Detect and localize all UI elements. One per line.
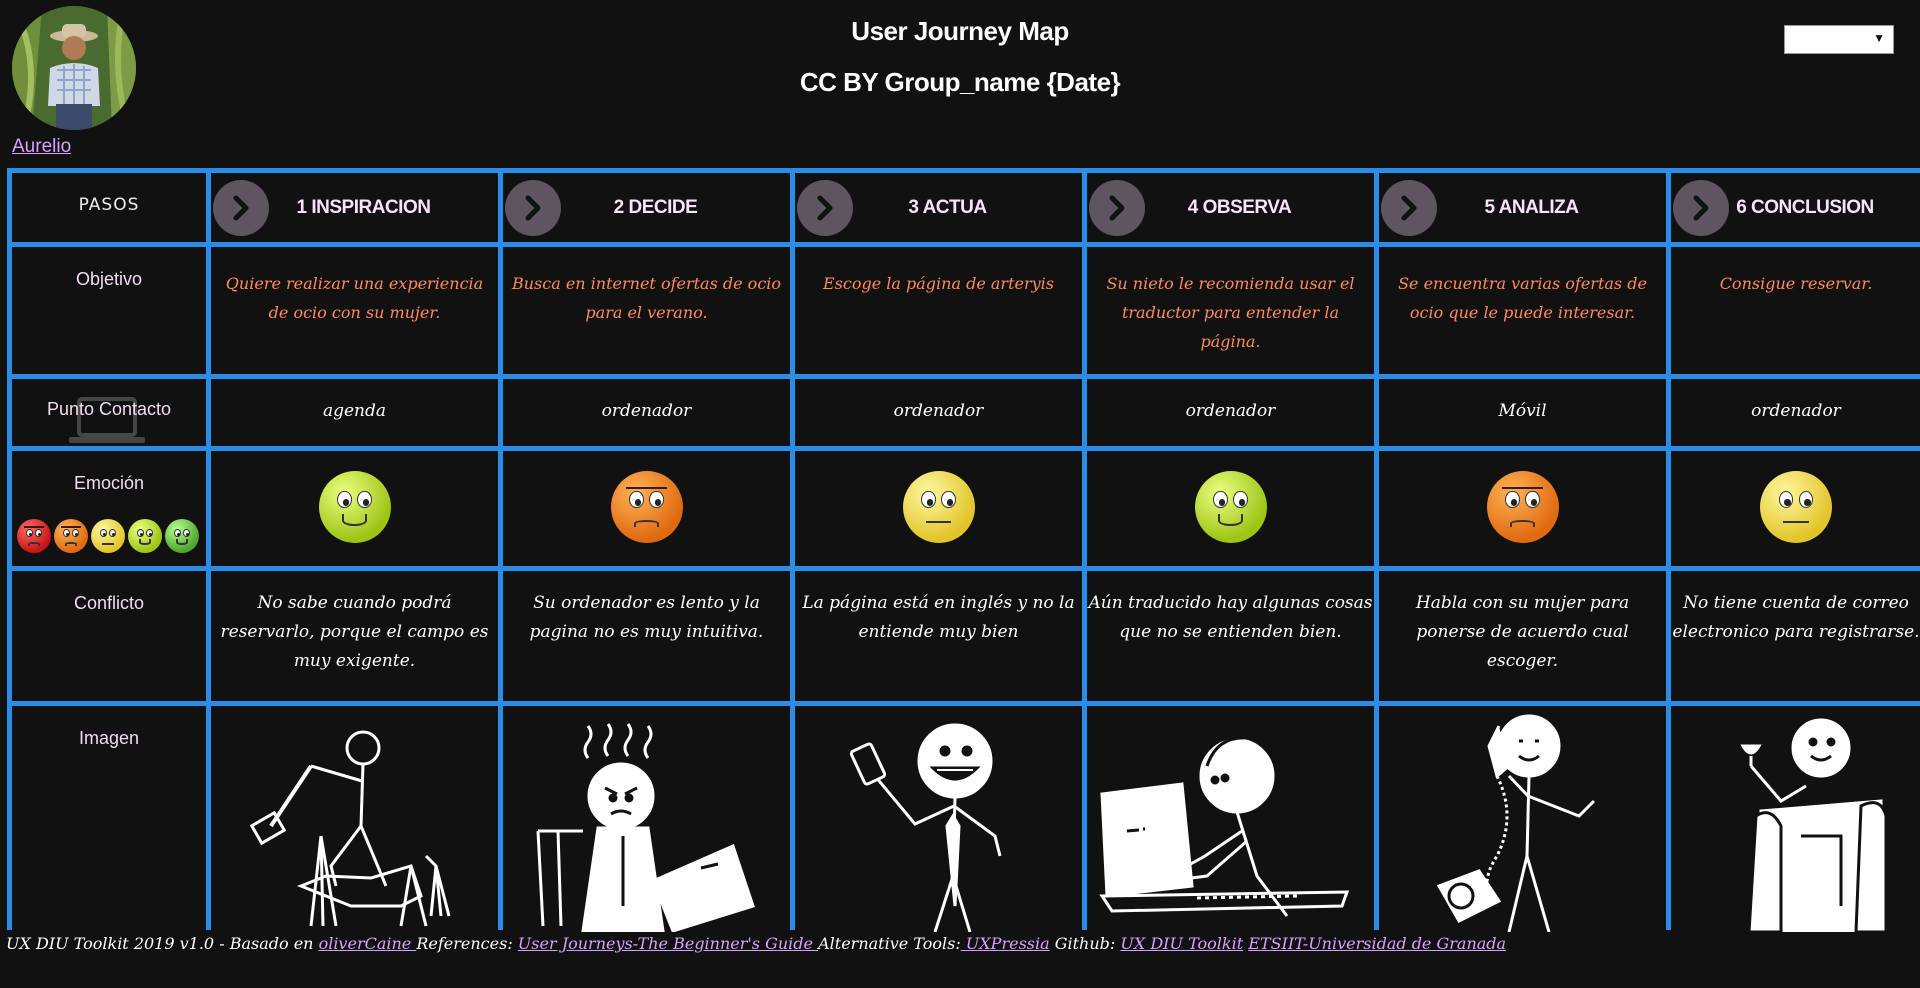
footer-link-uxpressia[interactable]: UXPressia xyxy=(961,934,1050,953)
chevron-right-icon[interactable] xyxy=(1089,179,1145,236)
conflict-cell: Aún traducido hay algunas cosas que no s… xyxy=(1087,571,1374,701)
chevron-right-icon[interactable] xyxy=(213,179,269,236)
row-label-conflicto: Conflicto xyxy=(12,571,206,701)
conflict-cell: Habla con su mujer para ponerse de acuer… xyxy=(1379,571,1666,701)
emotion-cell xyxy=(1671,451,1920,566)
conflict-cell: No tiene cuenta de correo electronico pa… xyxy=(1671,571,1920,701)
row-label-contacto: Punto Contacto xyxy=(12,379,206,446)
objective-cell: Busca en internet ofertas de ocio para e… xyxy=(503,247,790,374)
contact-cell: ordenador xyxy=(503,379,790,446)
neutral-face-icon xyxy=(1760,471,1832,543)
objective-cell: Consigue reservar. xyxy=(1671,247,1920,374)
step-label: 4 OBSERVA xyxy=(1187,196,1292,218)
angry-face-icon xyxy=(54,519,88,553)
step-label: 3 ACTUA xyxy=(908,196,987,218)
emotion-cell xyxy=(1379,451,1666,566)
very-happy-face-icon xyxy=(165,519,199,553)
contact-cell: agenda xyxy=(211,379,498,446)
stickman-telephone-illustration xyxy=(1436,714,1596,932)
step-label: 6 CONCLUSION xyxy=(1736,196,1874,218)
row-label-emocion-text: Emoción xyxy=(73,473,145,493)
conflict-cell: Su ordenador es lento y la pagina no es … xyxy=(503,571,790,701)
image-cell xyxy=(795,706,1082,932)
objective-cell: Quiere realizar una experiencia de ocio … xyxy=(211,247,498,374)
chevron-right-icon[interactable] xyxy=(1381,179,1437,236)
chevron-right-icon[interactable] xyxy=(1673,179,1729,236)
contact-cell: ordenador xyxy=(1087,379,1374,446)
emotion-face-wrap xyxy=(1087,451,1374,543)
contact-cell: ordenador xyxy=(1671,379,1920,446)
angry-face-icon xyxy=(610,471,683,543)
persona-select[interactable]: ▼ xyxy=(1784,25,1894,54)
image-cell xyxy=(1671,706,1920,932)
neutral-face-icon xyxy=(902,471,975,543)
stickman-armchair-wine-illustration xyxy=(1740,718,1888,932)
stickman-painting-illustration xyxy=(249,730,451,927)
step-header: 1 INSPIRACION xyxy=(211,173,498,242)
row-label-objetivo: Objetivo xyxy=(12,247,206,374)
objective-cell: Su nieto le recomienda usar el traductor… xyxy=(1087,247,1374,374)
emotion-cell xyxy=(211,451,498,566)
happy-face-icon xyxy=(1194,471,1267,543)
conflict-cell: No sabe cuando podrá reservarlo, porque … xyxy=(211,571,498,701)
emotion-face-wrap xyxy=(1379,451,1666,543)
emotion-cell xyxy=(795,451,1082,566)
emotion-face-wrap xyxy=(1671,451,1920,543)
row-label-contacto-text: Punto Contacto xyxy=(46,399,172,419)
emotion-face-wrap xyxy=(795,451,1082,543)
footer-credit: UX DIU Toolkit 2019 v1.0 - Basado en xyxy=(6,934,319,953)
chevron-right-icon[interactable] xyxy=(797,179,853,236)
page-title: User Journey Map xyxy=(851,16,1069,46)
step-header: 2 DECIDE xyxy=(503,173,790,242)
emotion-scale xyxy=(17,519,199,553)
footer-references-label: References: xyxy=(416,934,518,953)
emotion-cell xyxy=(1087,451,1374,566)
row-label-pasos: PASOS xyxy=(12,173,206,242)
emotion-face-wrap xyxy=(211,451,498,543)
chevron-right-icon[interactable] xyxy=(505,179,561,236)
stickman-angry-laptop-illustration xyxy=(536,723,755,932)
row-label-emocion: Emoción xyxy=(12,451,206,566)
neutral-face-icon xyxy=(91,519,125,553)
step-label: 2 DECIDE xyxy=(613,196,698,218)
conflict-cell: La página está en inglés y no la entiend… xyxy=(795,571,1082,701)
image-cell xyxy=(1087,706,1374,932)
emotion-face-wrap xyxy=(503,451,790,543)
contact-cell: Móvil xyxy=(1379,379,1666,446)
stickman-phone-illustration xyxy=(849,723,1002,932)
emotion-cell xyxy=(503,451,790,566)
footer: UX DIU Toolkit 2019 v1.0 - Basado en oli… xyxy=(6,934,1506,953)
very-angry-face-icon xyxy=(17,519,51,553)
chevron-down-icon: ▼ xyxy=(1873,31,1885,45)
image-cell xyxy=(1379,706,1666,932)
image-cell xyxy=(211,706,498,932)
journey-map-grid: PASOS 1 INSPIRACION 2 DECIDE 3 ACTUA 4 O… xyxy=(7,168,1920,932)
footer-link-user-journeys-guide[interactable]: User Journeys-The Beginner's Guide xyxy=(518,934,818,953)
footer-link-etsiit[interactable]: ETSIIT-Universidad de Granada xyxy=(1248,934,1506,953)
image-cell xyxy=(503,706,790,932)
row-label-imagen: Imagen xyxy=(12,706,206,932)
step-label: 5 ANALIZA xyxy=(1484,196,1579,218)
step-label: 1 INSPIRACION xyxy=(296,196,431,218)
footer-github-label: Github: xyxy=(1049,934,1121,953)
happy-face-icon xyxy=(318,471,391,543)
step-header: 5 ANALIZA xyxy=(1379,173,1666,242)
page-subtitle: CC BY Group_name {Date} xyxy=(799,67,1121,97)
step-header: 4 OBSERVA xyxy=(1087,173,1374,242)
contact-cell: ordenador xyxy=(795,379,1082,446)
step-header: 3 ACTUA xyxy=(795,173,1082,242)
footer-link-ux-diu-toolkit[interactable]: UX DIU Toolkit xyxy=(1120,934,1243,953)
footer-link-olivercaine[interactable]: oliverCaine xyxy=(319,934,417,953)
step-header: 6 CONCLUSION xyxy=(1671,173,1920,242)
angry-face-icon xyxy=(1486,471,1559,543)
stickman-laptop-typing-illustration xyxy=(1099,736,1350,917)
page-header: User Journey Map CC BY Group_name {Date} xyxy=(0,16,1920,98)
objective-cell: Se encuentra varias ofertas de ocio que … xyxy=(1379,247,1666,374)
footer-alt-tools-label: Alternative Tools: xyxy=(818,934,961,953)
persona-name-link[interactable]: Aurelio xyxy=(12,136,71,158)
happy-face-icon xyxy=(128,519,162,553)
objective-cell: Escoge la página de arteryis xyxy=(795,247,1082,374)
